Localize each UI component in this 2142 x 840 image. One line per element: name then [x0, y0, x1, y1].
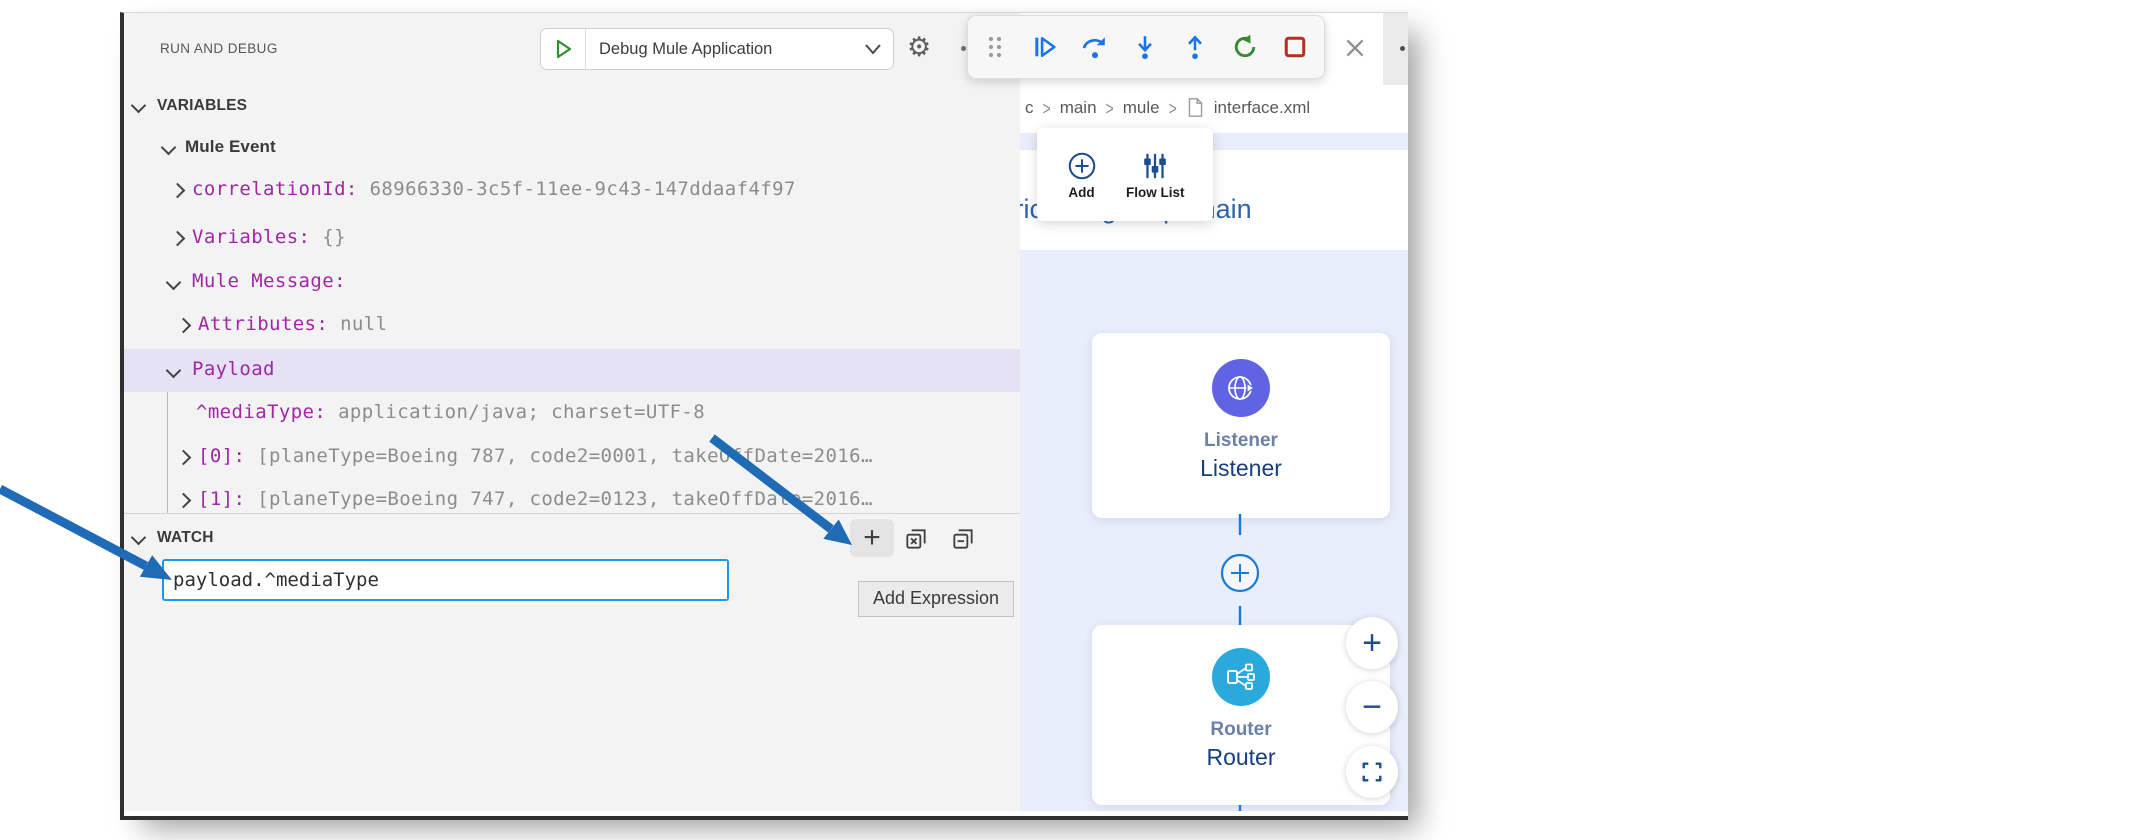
- stop-button[interactable]: [1280, 32, 1310, 62]
- restart-icon: [1234, 34, 1256, 58]
- chevron-right-icon: [175, 317, 192, 334]
- breadcrumb-item[interactable]: mule: [1123, 98, 1160, 118]
- chevron-down-icon: [160, 139, 177, 156]
- node-type-label: Router: [1210, 719, 1272, 740]
- flow-canvas[interactable]: Listener Listener Router Router + −: [1020, 250, 1408, 811]
- flow-editor: c > main > mule > interface.xml american…: [1020, 13, 1408, 811]
- watch-section-header[interactable]: WATCH: [130, 529, 214, 547]
- flow-connector-tail: [1238, 805, 1242, 811]
- run-config-label[interactable]: Debug Mule Application: [599, 40, 772, 59]
- close-all-icon: [906, 529, 926, 549]
- tree-row-correlation-id[interactable]: correlationId: 68966330-3c5f-11ee-9c43-1…: [124, 169, 1020, 212]
- breadcrumb-item[interactable]: c: [1025, 98, 1034, 118]
- tree-row-variables[interactable]: Variables: {}: [124, 217, 1020, 260]
- breadcrumb-file[interactable]: interface.xml: [1214, 98, 1310, 118]
- tree-row-mule-event[interactable]: Mule Event: [124, 126, 1020, 169]
- flow-list-icon: [1144, 153, 1167, 178]
- run-and-debug-panel: RUN AND DEBUG Debug Mule Application ⚙ V…: [124, 13, 1020, 811]
- watch-expression-input[interactable]: [162, 559, 729, 601]
- close-icon: [1346, 39, 1364, 57]
- router-icon: [1227, 663, 1255, 690]
- breadcrumb[interactable]: c > main > mule > interface.xml: [1025, 85, 1408, 130]
- debug-toolbar: [967, 15, 1325, 79]
- chevron-down-icon: [130, 529, 147, 546]
- variables-section-header[interactable]: VARIABLES: [130, 97, 247, 115]
- step-into-icon: [1138, 36, 1152, 60]
- section-divider: [124, 513, 1020, 514]
- run-config-control[interactable]: Debug Mule Application: [540, 28, 894, 70]
- step-out-icon: [1188, 35, 1202, 60]
- file-icon: [1188, 98, 1203, 117]
- collapse-all-icon: [953, 529, 973, 549]
- play-icon: [556, 39, 572, 59]
- chevron-down-icon[interactable]: [863, 42, 883, 56]
- edge-dot-icon: [1400, 46, 1405, 51]
- indent-guide: [167, 392, 168, 513]
- minus-icon: −: [1362, 687, 1382, 726]
- zoom-out-button[interactable]: −: [1346, 681, 1398, 733]
- breadcrumb-separator: >: [1105, 96, 1114, 119]
- tree-row-item-1[interactable]: [1]: [planeType=Boeing 747, code2=0123, …: [124, 479, 1020, 522]
- step-out-button[interactable]: [1180, 32, 1210, 62]
- chevron-down-icon: [165, 362, 182, 379]
- tree-row-mediatype[interactable]: ^mediaType: application/java; charset=UT…: [124, 392, 1020, 435]
- chevron-right-icon: [175, 449, 192, 466]
- step-over-button[interactable]: [1080, 32, 1110, 62]
- tree-row-mule-message[interactable]: Mule Message:: [124, 261, 1020, 304]
- globe-icon: [1228, 376, 1256, 400]
- node-name-label: Router: [1206, 744, 1276, 770]
- step-over-icon: [1082, 37, 1105, 59]
- circle-plus-icon: [1068, 152, 1095, 179]
- restart-button[interactable]: [1230, 32, 1260, 62]
- remove-all-expressions-button[interactable]: [902, 525, 930, 553]
- plus-icon: +: [863, 521, 881, 554]
- fit-to-screen-button[interactable]: [1346, 746, 1398, 798]
- step-into-button[interactable]: [1130, 32, 1160, 62]
- add-expression-button[interactable]: +: [850, 519, 894, 557]
- continue-icon: [1035, 36, 1056, 58]
- tree-row-payload[interactable]: Payload: [124, 349, 1020, 392]
- tree-row-item-0[interactable]: [0]: [planeType=Boeing 787, code2=0001, …: [124, 436, 1020, 479]
- panel-title: RUN AND DEBUG: [160, 41, 278, 56]
- plus-icon: +: [1362, 623, 1382, 662]
- continue-button[interactable]: [1030, 32, 1060, 62]
- flow-list-button[interactable]: Flow List: [1126, 150, 1185, 200]
- breadcrumb-item[interactable]: main: [1060, 98, 1097, 118]
- chevron-down-icon: [130, 97, 147, 114]
- breadcrumb-separator: >: [1168, 96, 1177, 119]
- close-toolbar-button[interactable]: [1342, 35, 1368, 66]
- listener-node[interactable]: Listener Listener: [1092, 333, 1390, 518]
- breadcrumb-separator: >: [1042, 96, 1051, 119]
- node-type-label: Listener: [1204, 430, 1278, 451]
- screenshot-page: RUN AND DEBUG Debug Mule Application ⚙ V…: [0, 0, 2142, 840]
- router-node-circle: [1212, 648, 1270, 706]
- toolbar-drag-handle[interactable]: [980, 32, 1010, 62]
- start-debug-button[interactable]: [541, 29, 586, 69]
- stop-icon: [1284, 36, 1306, 58]
- chevron-right-icon: [169, 230, 186, 247]
- add-expression-tooltip: Add Expression: [858, 581, 1015, 617]
- canvas-toolbar: Add Flow List: [1037, 128, 1213, 221]
- chevron-right-icon: [175, 492, 192, 509]
- overflow-dot-icon: [961, 46, 966, 51]
- chevron-down-icon: [165, 274, 182, 291]
- tree-row-attributes[interactable]: Attributes: null: [124, 304, 1020, 347]
- router-node[interactable]: Router Router: [1092, 625, 1390, 805]
- gear-icon[interactable]: ⚙: [907, 34, 931, 61]
- flow-connector[interactable]: [1216, 514, 1264, 629]
- chevron-right-icon: [169, 182, 186, 199]
- listener-node-circle: [1212, 359, 1270, 417]
- node-name-label: Listener: [1200, 455, 1282, 481]
- collapse-all-button[interactable]: [949, 525, 977, 553]
- add-component-button[interactable]: Add: [1066, 150, 1098, 200]
- fullscreen-icon: [1362, 762, 1382, 782]
- grip-dots-icon: [988, 36, 1002, 58]
- zoom-in-button[interactable]: +: [1346, 617, 1398, 669]
- app-window: RUN AND DEBUG Debug Mule Application ⚙ V…: [120, 12, 1408, 820]
